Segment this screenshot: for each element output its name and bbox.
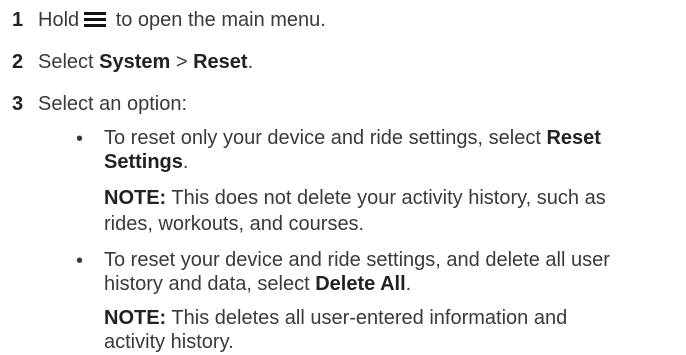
option-text: history and data, select [104, 273, 316, 295]
step-separator: > [170, 51, 194, 73]
reset-settings-label: Settings [104, 151, 183, 173]
option-1-note-line-1: NOTE: This does not delete your activity… [104, 186, 606, 211]
option-2-line-2: history and data, select Delete All. [104, 272, 411, 297]
step-number: 1 [12, 9, 24, 31]
menu-icon [84, 12, 107, 28]
note-label: NOTE: [104, 187, 167, 209]
option-1-note-line-2: rides, workouts, and courses. [104, 213, 365, 235]
note-text: This does not delete your activity histo… [166, 187, 606, 209]
step-end: . [247, 51, 254, 73]
step-text-before: Select [38, 51, 100, 73]
step-2: 2 Select System > Reset. [0, 48, 253, 76]
option-1-line-1: To reset only your device and ride setti… [104, 126, 601, 151]
note-label: NOTE: [104, 307, 167, 329]
delete-all-label: Delete All [315, 273, 406, 295]
system-menu-item: System [99, 51, 171, 73]
step-number: 2 [12, 51, 24, 73]
step-text-before: Hold [38, 9, 80, 31]
reset-settings-label: Reset [546, 127, 601, 149]
step-text-after: to open the main menu. [110, 9, 326, 31]
option-1-line-2: Settings. [104, 150, 188, 175]
option-bullet: • [76, 250, 84, 272]
step-text: Select an option: [38, 93, 187, 115]
instructions: 1 Hold to open the main menu. 2 Select S… [0, 0, 686, 353]
option-2-note-line-1: NOTE: This deletes all user-entered info… [104, 306, 567, 331]
note-text: This deletes all user-entered informatio… [166, 307, 568, 329]
option-2-line-1: To reset your device and ride settings, … [104, 249, 610, 271]
step-text: Hold to open the main menu. [38, 6, 326, 34]
option-text: To reset only your device and ride setti… [104, 127, 547, 149]
step-3: 3 Select an option: [0, 90, 187, 118]
step-1: 1 Hold to open the main menu. [0, 6, 326, 34]
reset-menu-item: Reset [193, 51, 248, 73]
step-number: 3 [12, 93, 24, 115]
option-text-end: . [182, 151, 189, 173]
option-bullet: • [76, 128, 84, 150]
option-2-note-line-2: activity history. [104, 331, 234, 353]
option-text-end: . [405, 273, 412, 295]
step-text: Select System > Reset. [38, 48, 253, 76]
